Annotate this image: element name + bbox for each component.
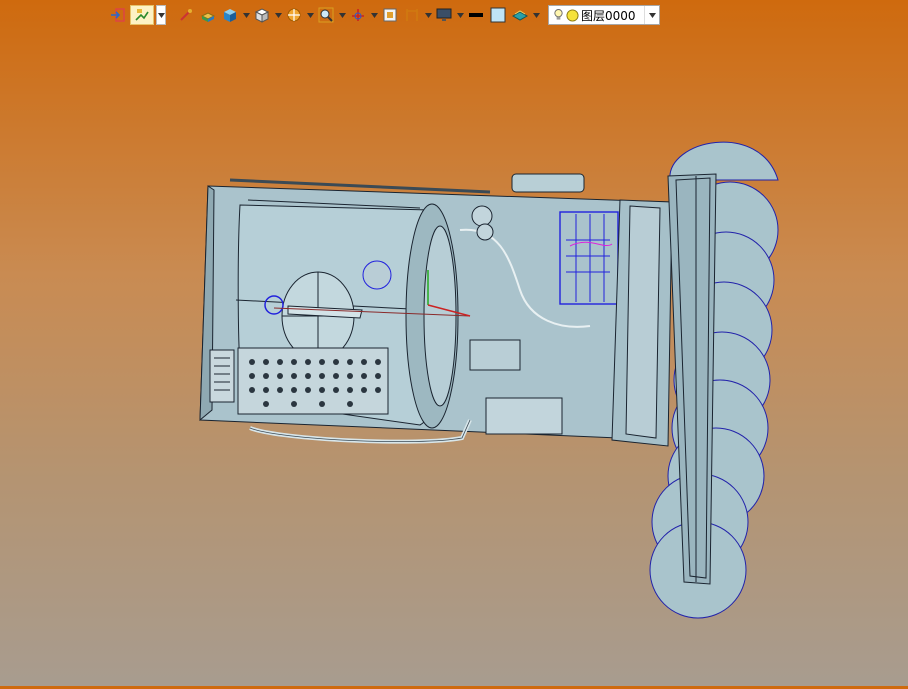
view-cube-button[interactable] [252,5,272,25]
sketch-tool-button[interactable] [130,5,154,25]
chevron-down-icon [532,12,540,18]
zoom-fit-button[interactable] [316,5,336,25]
solid-dropdown[interactable] [242,5,250,25]
sketch-tool-icon [135,9,149,21]
chevron-down-icon [338,12,346,18]
view-cube-icon [254,8,270,23]
origin-axes-button[interactable] [348,5,368,25]
chevron-down-icon [424,12,432,18]
chevron-down-icon [648,12,656,18]
dimension-button[interactable] [402,5,422,25]
exit-sketch-icon [111,8,125,22]
view-dropdown[interactable] [274,5,282,25]
line-color-icon [469,13,483,17]
section-view-button[interactable] [284,5,304,25]
solid-box-icon [224,9,236,22]
view-toolbar: 图层0000 [108,3,660,27]
layer-stack-button[interactable] [510,5,530,25]
fill-color-icon [490,7,506,23]
chevron-down-icon [157,12,165,18]
3d-viewport[interactable] [0,28,908,686]
measure-button[interactable] [176,5,196,25]
layer-stack-dropdown[interactable] [532,5,540,25]
chevron-down-icon [370,12,378,18]
section-view-icon [287,8,301,22]
origin-axes-icon [352,9,364,21]
layer-name: 图层0000 [581,8,636,23]
measure-icon [180,9,192,21]
dimension-icon [406,9,418,21]
layer-select[interactable]: 图层0000 [548,5,660,25]
frame-button[interactable] [380,5,400,25]
frame-icon [383,8,397,22]
chevron-down-icon [306,12,314,18]
cad-model [199,141,779,619]
layer-dropdown-arrow[interactable] [644,6,659,24]
chevron-down-icon [242,12,250,18]
part-button[interactable] [198,5,218,25]
line-color-button[interactable] [466,5,486,25]
display-monitor-button[interactable] [434,5,454,25]
display-dropdown[interactable] [456,5,464,25]
chevron-down-icon [456,12,464,18]
layer-color-icon [566,8,579,22]
chevron-down-icon [274,12,282,18]
solid-box-button[interactable] [220,5,240,25]
zoom-fit-icon [318,7,334,23]
layer-stack-icon [512,10,528,21]
section-dropdown[interactable] [306,5,314,25]
dimension-dropdown[interactable] [424,5,432,25]
zoom-dropdown[interactable] [338,5,346,25]
display-monitor-icon [436,8,452,21]
axes-dropdown[interactable] [370,5,378,25]
lightbulb-icon [554,9,563,20]
exit-sketch-button[interactable] [108,5,128,25]
fill-color-button[interactable] [488,5,508,25]
part-icon [200,12,216,22]
perforated-panel [237,347,389,415]
sketch-dropdown[interactable] [156,5,166,25]
